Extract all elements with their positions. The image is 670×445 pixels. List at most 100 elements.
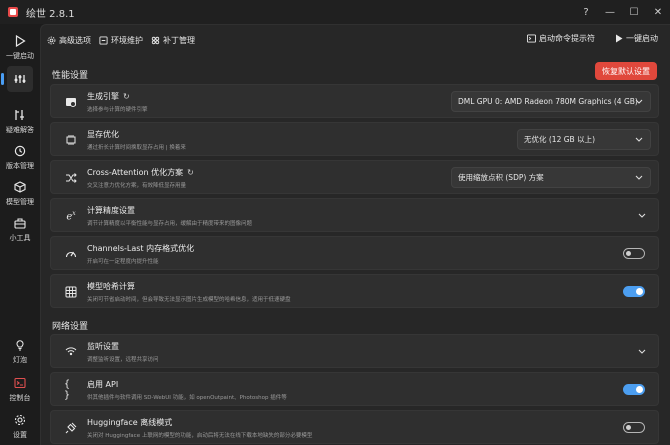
sidebar-item-troubleshoot[interactable]: 疑难解答	[0, 108, 40, 135]
section-title-performance: 性能设置	[52, 71, 89, 81]
braces-icon: { }	[64, 379, 71, 401]
model-hash-toggle[interactable]	[623, 286, 645, 297]
console-icon	[13, 376, 27, 390]
tab-label: 高级选项	[59, 35, 91, 45]
card-desc: 供其他插件与软件调用 SD-WebUI 功能，如 openOutpaint、Ph…	[87, 395, 287, 401]
refresh-icon[interactable]: ↻	[187, 168, 194, 177]
memory-icon	[64, 133, 78, 147]
gear-icon	[13, 413, 27, 427]
card-desc: 选择参与计算的硬件引擎	[87, 107, 148, 113]
dropdown-value: 使用缩放点积 (SDP) 方案	[458, 173, 544, 182]
patch-icon	[151, 36, 160, 44]
sidebar-item-tools[interactable]: 小工具	[0, 216, 40, 243]
minimize-button[interactable]: —	[598, 0, 622, 24]
sidebar: 一键启动 疑难解答 版本管理 模型管理 小工具 灯泡 控制台 设置	[0, 24, 40, 445]
speed-icon	[64, 247, 78, 261]
sidebar-item-label: 控制台	[9, 394, 31, 402]
sidebar-item-label: 一键启动	[6, 52, 34, 60]
section-title-network: 网络设置	[52, 322, 89, 332]
refresh-icon[interactable]: ↻	[123, 92, 130, 101]
sidebar-item-bulb[interactable]: 灯泡	[0, 338, 40, 365]
sidebar-item-versions[interactable]: 版本管理	[0, 144, 40, 171]
tab-label: 环境维护	[111, 35, 143, 45]
card-title: 模型哈希计算	[87, 282, 135, 291]
card-cross-attention: Cross-Attention 优化方案 ↻ 交叉注意力优化方案，有效降低显存用…	[50, 160, 659, 194]
chevron-down-icon[interactable]	[638, 347, 646, 355]
help-button[interactable]: ?	[574, 0, 598, 24]
reset-defaults-button[interactable]: 恢复默认设置	[595, 62, 657, 80]
chevron-down-icon	[635, 99, 643, 104]
card-title-text: 生成引擎	[87, 92, 119, 101]
hash-icon	[64, 285, 78, 299]
tab-advanced[interactable]: 高级选项	[47, 35, 91, 46]
sidebar-item-label: 小工具	[9, 234, 31, 242]
main-panel: 高级选项 环境维护 补丁管理 启动命令提示符 一键启动 性能设置 恢复默认设置	[40, 24, 670, 445]
card-desc: 调整监听设置，远程共享访问	[87, 357, 159, 363]
card-title: Cross-Attention 优化方案 ↻	[87, 167, 194, 178]
engine-dropdown[interactable]: DML GPU 0: AMD Radeon 780M Graphics (4 G…	[451, 91, 651, 112]
card-engine: 生成引擎 ↻ 选择参与计算的硬件引擎 DML GPU 0: AMD Radeon…	[50, 84, 659, 118]
cube-icon	[13, 180, 27, 194]
card-title: 启用 API	[87, 380, 119, 389]
chevron-down-icon	[635, 137, 643, 142]
tab-environment[interactable]: 环境维护	[99, 35, 143, 46]
title-bar: 绘世 2.8.1 ? — ☐ ✕	[0, 0, 670, 24]
close-button[interactable]: ✕	[646, 0, 670, 24]
settings-list-icon	[13, 72, 27, 86]
hf-offline-toggle[interactable]	[623, 422, 645, 433]
sidebar-item-console[interactable]: 控制台	[0, 376, 40, 403]
sidebar-item-label: 模型管理	[6, 198, 34, 206]
chevron-down-icon	[635, 175, 643, 180]
tab-label: 补丁管理	[163, 35, 195, 45]
card-listen[interactable]: 监听设置 调整监听设置，远程共享访问	[50, 334, 659, 368]
card-desc: 交叉注意力优化方案，有效降低显存用量	[87, 183, 187, 189]
maximize-button[interactable]: ☐	[622, 0, 646, 24]
chevron-down-icon[interactable]	[638, 211, 646, 219]
tab-patches[interactable]: 补丁管理	[151, 35, 195, 46]
card-channels-last: Channels-Last 内存格式优化 开启可在一定程度内提升性能	[50, 236, 659, 270]
dropdown-value: DML GPU 0: AMD Radeon 780M Graphics (4 G…	[458, 97, 638, 106]
app-logo-icon	[8, 7, 18, 17]
card-memory: 显存优化 通过折长计算时间换取显存占用 | 换着来 无优化 (12 GB 以上)	[50, 122, 659, 156]
sidebar-item-launch[interactable]: 一键启动	[0, 34, 40, 61]
card-precision[interactable]: ex 计算精度设置 调节计算精度以平衡性能与显存占用，缓解由于精度带来的图像问题	[50, 198, 659, 232]
memory-dropdown[interactable]: 无优化 (12 GB 以上)	[517, 129, 651, 150]
play-icon	[616, 34, 623, 43]
sidebar-item-label: 设置	[13, 431, 27, 439]
history-icon	[13, 144, 27, 158]
gear-icon	[47, 36, 56, 44]
toolbox-icon	[13, 216, 27, 230]
sidebar-item-label: 疑难解答	[6, 126, 34, 134]
dropdown-value: 无优化 (12 GB 以上)	[524, 135, 596, 144]
sidebar-item-label: 版本管理	[6, 162, 34, 170]
card-title-text: Cross-Attention 优化方案	[87, 168, 184, 177]
launch-label: 一键启动	[626, 34, 658, 43]
card-desc: 关闭对 Huggingface 上联网的模型的功能，启动后将无法在线下载本地缺失…	[87, 433, 313, 439]
sidebar-item-advanced[interactable]	[0, 66, 40, 92]
sidebar-item-label: 灯泡	[13, 356, 27, 364]
toolbar: 高级选项 环境维护 补丁管理 启动命令提示符 一键启动	[41, 25, 670, 55]
precision-icon: ex	[66, 209, 76, 223]
card-desc: 关闭可节省启动时间，但会导致无法显示图片生成模型的哈希信息，适用于低速硬盘	[87, 297, 291, 303]
card-title: 生成引擎 ↻	[87, 91, 130, 102]
plug-icon	[64, 421, 78, 435]
card-title: Channels-Last 内存格式优化	[87, 244, 195, 253]
wrench-icon	[99, 35, 108, 45]
card-model-hash: 模型哈希计算 关闭可节省启动时间，但会导致无法显示图片生成模型的哈希信息，适用于…	[50, 274, 659, 308]
cross-attention-dropdown[interactable]: 使用缩放点积 (SDP) 方案	[451, 167, 651, 188]
card-desc: 调节计算精度以平衡性能与显存占用，缓解由于精度带来的图像问题	[87, 221, 253, 227]
sidebar-item-settings[interactable]: 设置	[0, 413, 40, 440]
sidebar-item-models[interactable]: 模型管理	[0, 180, 40, 207]
play-icon	[13, 34, 27, 48]
console-launch-button[interactable]: 启动命令提示符	[527, 33, 595, 44]
channels-last-toggle[interactable]	[623, 248, 645, 259]
card-desc: 通过折长计算时间换取显存占用 | 换着来	[87, 145, 186, 151]
card-title: 监听设置	[87, 342, 119, 351]
one-click-launch-button[interactable]: 一键启动	[615, 33, 658, 44]
card-title: Huggingface 离线模式	[87, 418, 173, 427]
api-toggle[interactable]	[623, 384, 645, 395]
broadcast-icon	[64, 345, 78, 359]
shuffle-icon	[64, 171, 78, 185]
card-hf-offline: Huggingface 离线模式 关闭对 Huggingface 上联网的模型的…	[50, 410, 659, 444]
terminal-icon	[527, 34, 536, 43]
